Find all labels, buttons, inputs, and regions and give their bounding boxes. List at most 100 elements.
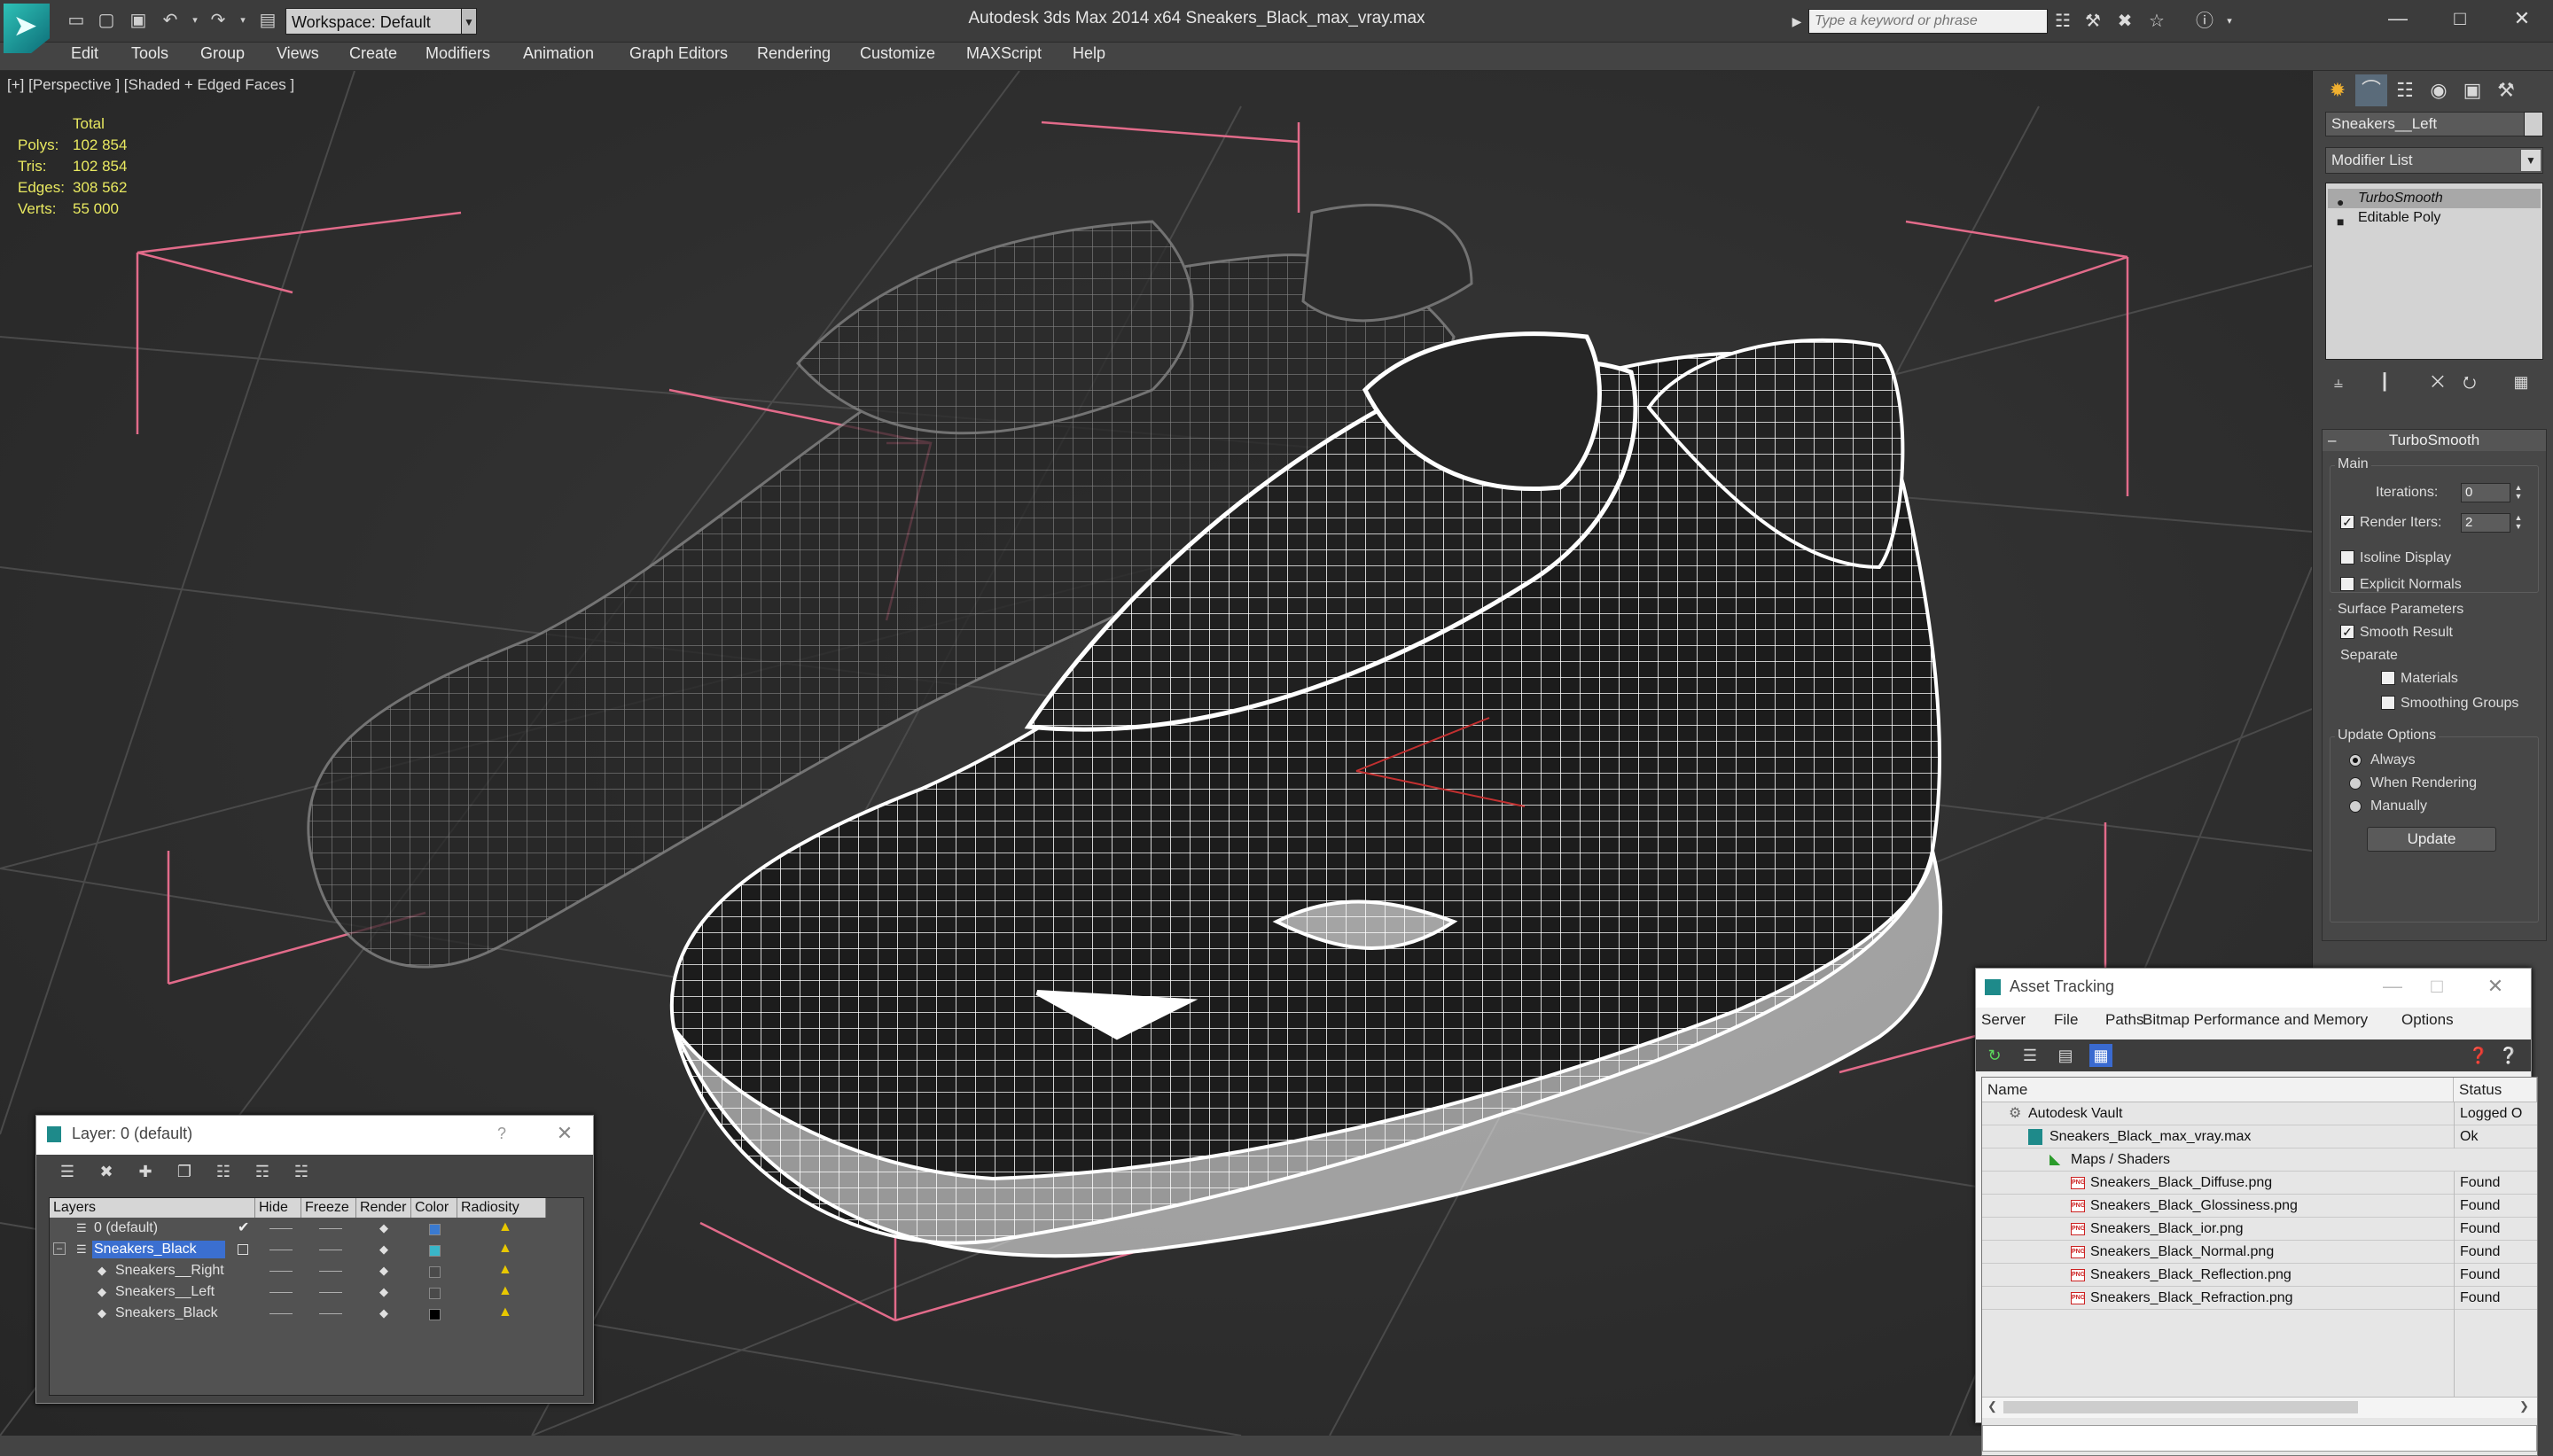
minimize-button[interactable]: — <box>2375 969 2410 1004</box>
layer-row[interactable]: ◆ Sneakers__Right —— —— ◆ ▲ <box>50 1260 546 1281</box>
asset-window-titlebar[interactable]: Asset Tracking — □ ✕ <box>1976 969 2531 1008</box>
asset-row[interactable]: PNG Sneakers_Black_Glossiness.png Found <box>1982 1195 2537 1218</box>
column-status[interactable]: Status <box>2454 1078 2537 1102</box>
freeze-toggle[interactable]: —— <box>319 1303 342 1324</box>
select-objects-icon[interactable]: ❐ <box>173 1160 196 1183</box>
project-folder-icon[interactable]: ▤ <box>255 9 280 32</box>
help-question-icon[interactable]: ? <box>497 1116 506 1151</box>
collapse-minus-icon[interactable]: – <box>53 1242 66 1255</box>
subscription-icon[interactable]: ⚒ <box>2080 9 2106 34</box>
manually-radio[interactable] <box>2349 800 2362 813</box>
search-expand-icon[interactable]: ▶ <box>1784 9 1810 34</box>
layer-color-swatch[interactable] <box>429 1266 441 1278</box>
layer-color-swatch[interactable] <box>429 1309 441 1320</box>
undo-dropdown-icon[interactable]: ▾ <box>183 9 207 32</box>
radiosity-bulb-icon[interactable]: ▲ <box>498 1241 512 1257</box>
teapot-render-icon[interactable]: ◆ <box>379 1303 388 1324</box>
favorites-star-icon[interactable]: ☆ <box>2143 9 2170 34</box>
communication-icon[interactable]: ✖ <box>2112 9 2138 34</box>
hide-toggle[interactable]: —— <box>269 1281 293 1303</box>
column-name[interactable]: Name <box>1982 1078 2454 1102</box>
layer-name[interactable]: Sneakers_Black <box>92 1241 225 1258</box>
asset-row[interactable]: PNG Sneakers_Black_ior.png Found <box>1982 1218 2537 1241</box>
save-icon[interactable]: ▣ <box>126 9 151 32</box>
stack-item-turbosmooth[interactable]: ● TurboSmooth <box>2328 189 2541 209</box>
freeze-toggle[interactable]: —— <box>319 1239 342 1260</box>
viewport-label[interactable]: [+] [Perspective ] [Shaded + Edged Faces… <box>7 76 294 94</box>
utilities-tab-icon[interactable]: ⚒ <box>2490 74 2522 106</box>
column-freeze[interactable]: Freeze <box>301 1198 356 1218</box>
when-rendering-radio[interactable] <box>2349 777 2362 790</box>
hierarchy-tab-icon[interactable]: ☷ <box>2389 74 2421 106</box>
menu-maxscript[interactable]: MAXScript <box>966 43 1042 71</box>
radiosity-bulb-icon[interactable]: ▲ <box>498 1262 512 1278</box>
table-view-icon[interactable]: ▦ <box>2089 1044 2112 1067</box>
create-tab-sun-icon[interactable]: ✹ <box>2322 74 2354 106</box>
column-color[interactable]: Color <box>411 1198 457 1218</box>
asset-menu-file[interactable]: File <box>2054 1011 2078 1029</box>
menu-modifiers[interactable]: Modifiers <box>426 43 490 71</box>
layer-color-swatch[interactable] <box>429 1288 441 1299</box>
column-layers[interactable]: Layers <box>50 1198 255 1218</box>
asset-menu-paths[interactable]: Paths <box>2105 1011 2143 1029</box>
set-current-layer-icon[interactable]: ☶ <box>251 1160 274 1183</box>
redo-icon[interactable]: ↷ <box>206 9 230 32</box>
asset-row[interactable]: PNG Sneakers_Black_Reflection.png Found <box>1982 1264 2537 1287</box>
chevron-down-icon[interactable]: ▼ <box>461 8 477 35</box>
asset-path-field[interactable] <box>1982 1425 2537 1452</box>
modify-tab-icon[interactable]: ⌒ <box>2355 74 2387 106</box>
render-iters-spinner[interactable]: 2 <box>2461 513 2510 533</box>
menu-animation[interactable]: Animation <box>523 43 594 71</box>
column-hide[interactable]: Hide <box>255 1198 301 1218</box>
delete-layer-icon[interactable]: ✖ <box>95 1160 118 1183</box>
hide-toggle[interactable]: —— <box>269 1239 293 1260</box>
remove-modifier-icon[interactable]: ⭮ <box>2456 369 2483 395</box>
layer-name[interactable]: 0 (default) <box>92 1219 160 1237</box>
menu-rendering[interactable]: Rendering <box>757 43 831 71</box>
layer-row[interactable]: ◆ Sneakers_Black —— —— ◆ ▲ <box>50 1303 546 1324</box>
column-render[interactable]: Render <box>356 1198 411 1218</box>
scroll-left-icon[interactable]: ❮ <box>1987 1399 1997 1413</box>
asset-row[interactable]: ◣ Maps / Shaders <box>1982 1148 2537 1172</box>
menu-edit[interactable]: Edit <box>71 43 98 71</box>
always-radio[interactable] <box>2349 754 2362 767</box>
rollout-header[interactable]: – TurboSmooth <box>2323 430 2546 451</box>
scrollbar-thumb[interactable] <box>2003 1401 2358 1413</box>
hide-toggle[interactable]: —— <box>269 1303 293 1324</box>
asset-row[interactable]: PNG Sneakers_Black_Diffuse.png Found <box>1982 1172 2537 1195</box>
menu-help[interactable]: Help <box>1073 43 1105 71</box>
close-icon[interactable]: ✕ <box>547 1116 582 1151</box>
freeze-toggle[interactable]: —— <box>319 1218 342 1239</box>
select-layer-icon[interactable]: ☷ <box>212 1160 235 1183</box>
materials-checkbox[interactable] <box>2381 671 2395 685</box>
layer-row[interactable]: – ☰ Sneakers_Black —— —— ◆ ▲ <box>50 1239 546 1260</box>
spinner-arrows-icon[interactable]: ▲ ▼ <box>2512 513 2525 533</box>
menu-create[interactable]: Create <box>349 43 397 71</box>
asset-menu-server[interactable]: Server <box>1981 1011 2026 1029</box>
redo-dropdown-icon[interactable]: ▾ <box>230 9 255 32</box>
column-radiosity[interactable]: Radiosity <box>457 1198 546 1218</box>
menu-customize[interactable]: Customize <box>860 43 935 71</box>
asset-row[interactable]: PNG Sneakers_Black_Normal.png Found <box>1982 1241 2537 1264</box>
current-layer-box-icon[interactable] <box>238 1244 248 1255</box>
make-unique-icon[interactable]: ⨉ <box>2424 369 2451 395</box>
freeze-toggle[interactable]: —— <box>319 1281 342 1303</box>
refresh-icon[interactable]: ↻ <box>1983 1044 2006 1067</box>
close-icon[interactable]: ✕ <box>2478 969 2513 1004</box>
configure-sets-icon[interactable]: ▦ <box>2508 369 2534 395</box>
tree-view-icon[interactable]: ▤ <box>2054 1044 2077 1067</box>
teapot-render-icon[interactable]: ◆ <box>379 1281 388 1303</box>
object-name[interactable]: Sneakers_Black <box>113 1304 220 1322</box>
stack-item-editable-poly[interactable]: ■ Editable Poly <box>2328 208 2541 229</box>
menu-graph-editors[interactable]: Graph Editors <box>629 43 728 71</box>
scroll-right-icon[interactable]: ❯ <box>2519 1399 2529 1413</box>
help-icon[interactable]: ⓘ <box>2191 9 2218 34</box>
layer-row[interactable]: ◆ Sneakers__Left —— —— ◆ ▲ <box>50 1281 546 1303</box>
create-layer-icon[interactable]: ☰ <box>56 1160 79 1183</box>
isoline-display-checkbox[interactable] <box>2340 550 2354 564</box>
asset-row[interactable]: PNG Sneakers_Black_Refraction.png Found <box>1982 1287 2537 1310</box>
freeze-toggle[interactable]: —— <box>319 1260 342 1281</box>
menu-tools[interactable]: Tools <box>131 43 168 71</box>
update-button[interactable]: Update <box>2367 827 2496 852</box>
object-name[interactable]: Sneakers__Right <box>113 1262 226 1280</box>
